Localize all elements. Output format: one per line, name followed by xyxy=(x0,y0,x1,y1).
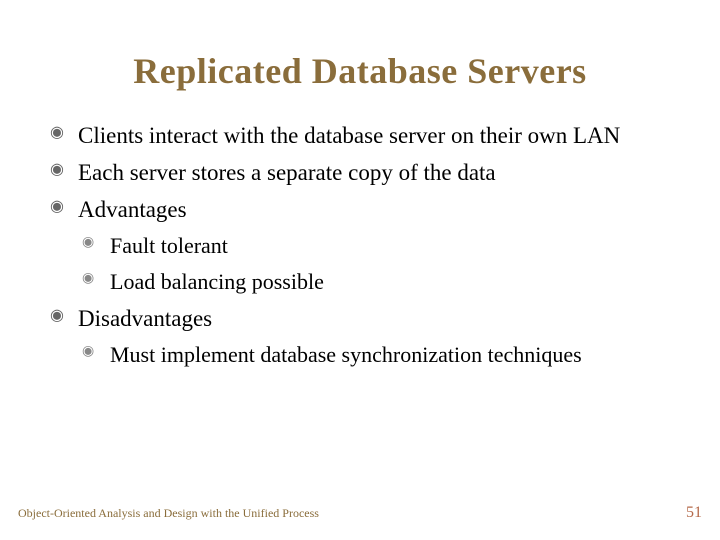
footer-text: Object-Oriented Analysis and Design with… xyxy=(18,506,319,521)
bullet-list: Clients interact with the database serve… xyxy=(50,120,670,369)
bullet-level2: Must implement database synchronization … xyxy=(50,340,670,370)
bullet-level1: Disadvantages xyxy=(50,303,670,334)
slide: Replicated Database Servers Clients inte… xyxy=(0,0,720,540)
page-number: 51 xyxy=(686,504,702,522)
bullet-level1: Advantages xyxy=(50,194,670,225)
bullet-level2: Fault tolerant xyxy=(50,231,670,261)
footer: Object-Oriented Analysis and Design with… xyxy=(18,504,702,522)
bullet-level1: Each server stores a separate copy of th… xyxy=(50,157,670,188)
slide-title: Replicated Database Servers xyxy=(50,50,670,92)
bullet-level1: Clients interact with the database serve… xyxy=(50,120,670,151)
bullet-level2: Load balancing possible xyxy=(50,267,670,297)
